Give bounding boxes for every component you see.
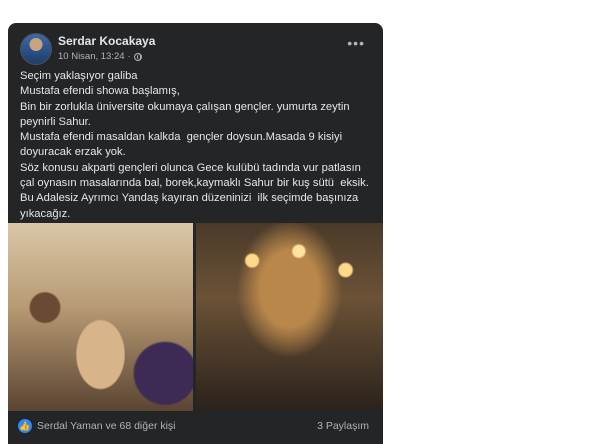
post-text-line: Mustafa efendi showa başlamış, [20,85,180,98]
photo-group-dinner[interactable] [8,223,193,411]
shares-count[interactable]: 3 Paylaşım [317,420,369,432]
globe-icon[interactable] [133,52,142,61]
like-icon: 👍 [18,419,32,433]
post-header: Serdar Kocakaya 10 Nisan, 13:24 · ••• [20,33,371,73]
author-name[interactable]: Serdar Kocakaya [58,34,155,48]
post-text: Seçim yaklaşıyor galiba Mustafa efendi s… [20,69,370,222]
reactions-text[interactable]: Serdal Yaman ve 68 diğer kişi [37,420,176,432]
post-footer: 👍 Serdal Yaman ve 68 diğer kişi 3 Paylaş… [18,416,373,438]
post-photos [8,223,383,411]
post-text-line: Seçim yaklaşıyor galiba [20,70,138,82]
reactions-summary[interactable]: 👍 Serdal Yaman ve 68 diğer kişi [18,419,176,433]
photo-restaurant-hall[interactable] [196,223,383,411]
post-text-line: Bu Adalesiz Ayrımcı Yandaş kayıran düzen… [20,192,362,220]
post-text-line: Söz konusu akparti gençleri olunca Gece … [20,161,369,190]
post-text-line: Mustafa efendi masaldan kalkda gençler d… [20,131,346,159]
post-date[interactable]: 10 Nisan, 13:24 [58,51,125,62]
author-avatar[interactable] [20,33,52,65]
post-meta: 10 Nisan, 13:24 · [58,51,142,62]
post-card: Serdar Kocakaya 10 Nisan, 13:24 · ••• Se… [8,23,383,444]
more-options-icon[interactable]: ••• [347,35,365,51]
post-text-line: Bin bir zorlukla üniversite okumaya çalı… [20,100,353,128]
